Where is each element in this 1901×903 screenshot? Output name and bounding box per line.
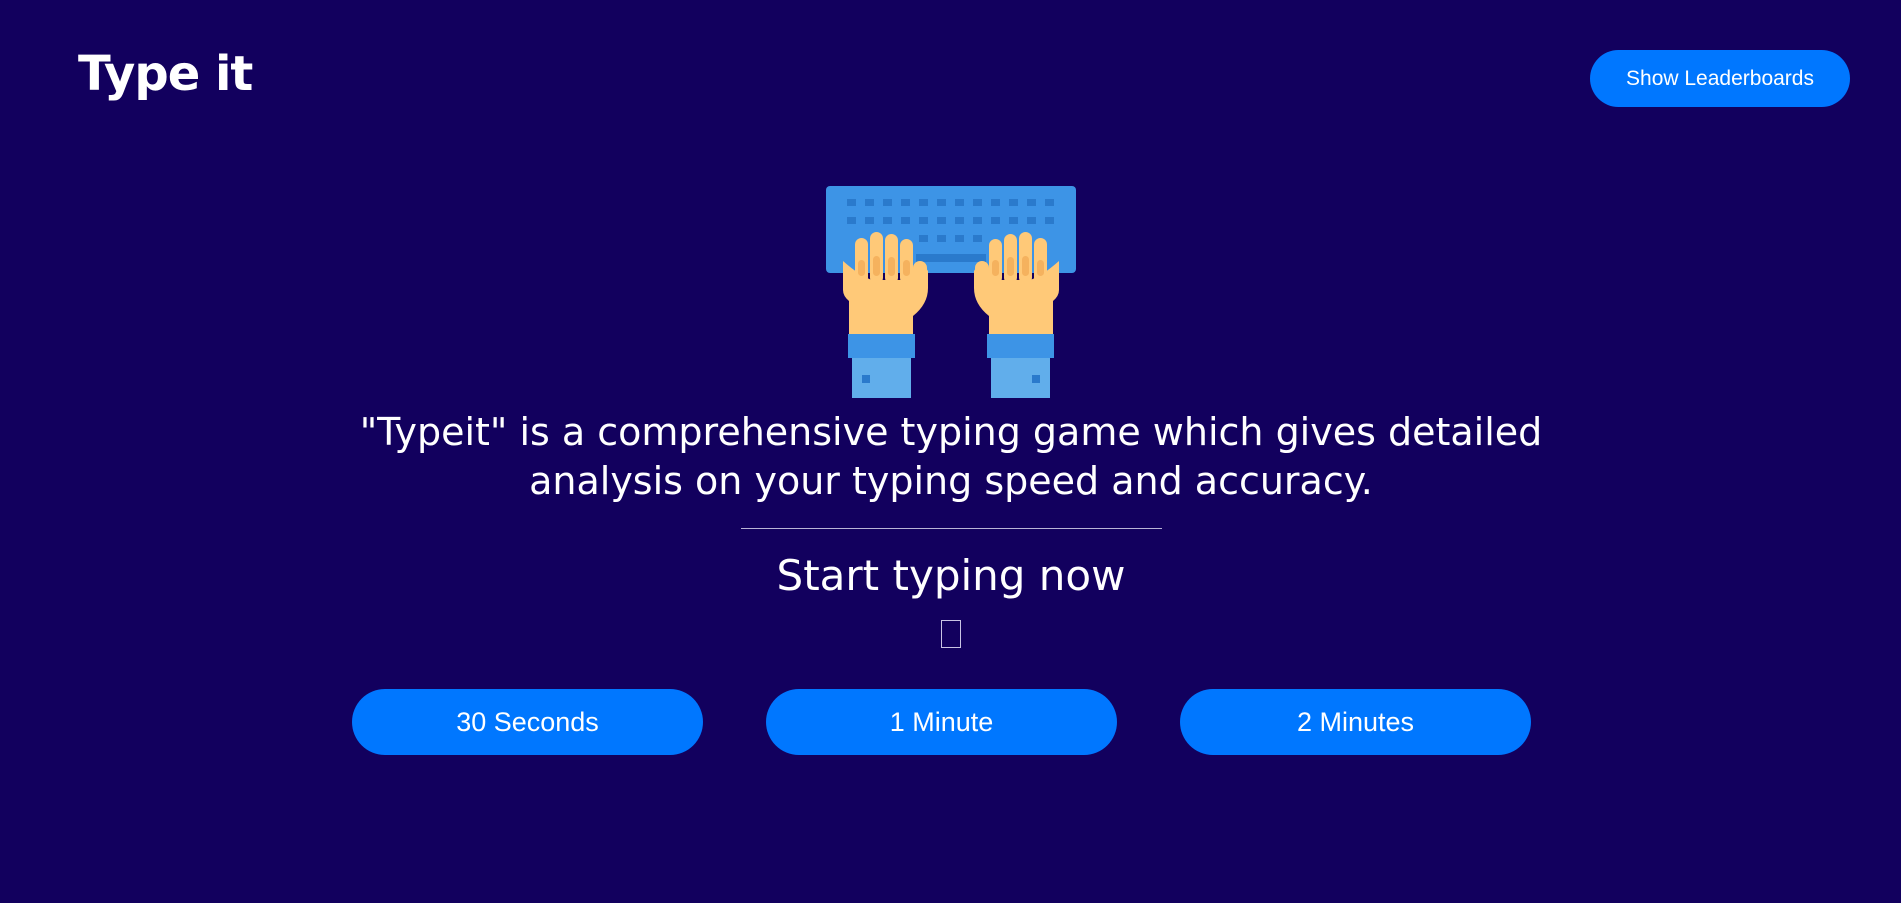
app-logo: Type it <box>78 46 253 102</box>
duration-30-seconds-button[interactable]: 30 Seconds <box>352 689 703 755</box>
start-typing-heading: Start typing now <box>776 551 1126 600</box>
duration-1-minute-button[interactable]: 1 Minute <box>766 689 1117 755</box>
typing-cursor-box <box>941 620 961 648</box>
duration-2-minutes-button[interactable]: 2 Minutes <box>1180 689 1531 755</box>
game-description: "Typeit" is a comprehensive typing game … <box>359 410 1543 503</box>
hands-typing-icon <box>826 186 1076 398</box>
divider <box>741 528 1162 529</box>
show-leaderboards-button[interactable]: Show Leaderboards <box>1590 50 1850 107</box>
